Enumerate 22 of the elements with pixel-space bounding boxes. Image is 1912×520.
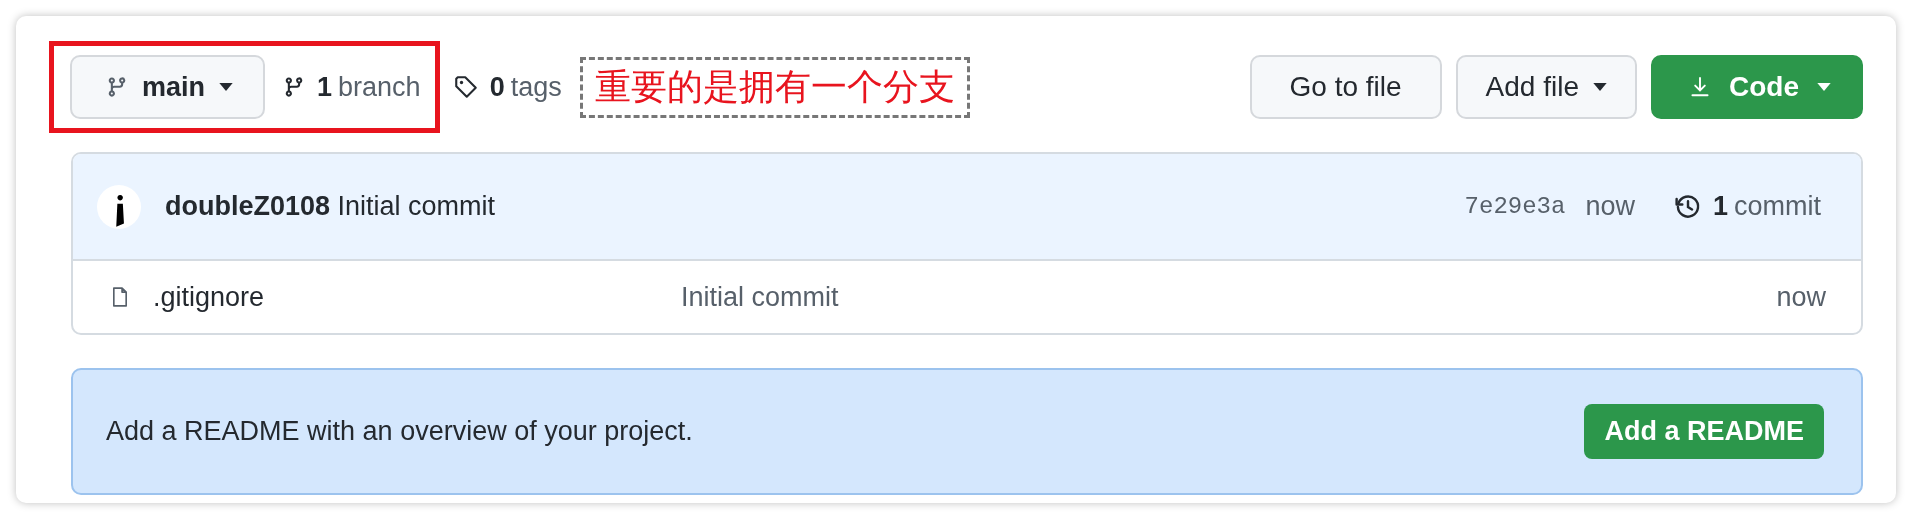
commit-message: doubleZ0108 Initial commit	[165, 191, 496, 222]
commit-sha[interactable]: 7e29e3a	[1464, 193, 1566, 220]
add-readme-button[interactable]: Add a README	[1584, 404, 1824, 459]
file-name[interactable]: .gitignore	[153, 281, 681, 313]
tag-icon	[453, 75, 478, 99]
toolbar-button[interactable]: Go to file	[1249, 55, 1442, 119]
avatar-icon	[97, 184, 141, 229]
commits-link[interactable]: 1 commit	[1674, 191, 1821, 222]
download-icon	[1689, 76, 1711, 98]
branch-button[interactable]: main	[70, 55, 266, 119]
file-time: now	[1776, 281, 1826, 313]
commit-time: now	[1585, 191, 1635, 222]
branches-link[interactable]: 1 branch	[283, 71, 421, 103]
file-commit-message[interactable]: Initial commit	[681, 281, 1777, 313]
tags-link[interactable]: 0 tags	[453, 71, 562, 103]
annotation-note: 重要的是拥有一个分支	[579, 56, 970, 118]
caret-icon	[219, 83, 234, 91]
readme-text: Add a README with an overview of your project.	[106, 416, 693, 447]
toolbar-button[interactable]: Add file	[1455, 55, 1637, 119]
history-icon	[1674, 193, 1701, 220]
branch-icon	[106, 76, 128, 98]
code-button[interactable]: Code	[1651, 55, 1863, 119]
